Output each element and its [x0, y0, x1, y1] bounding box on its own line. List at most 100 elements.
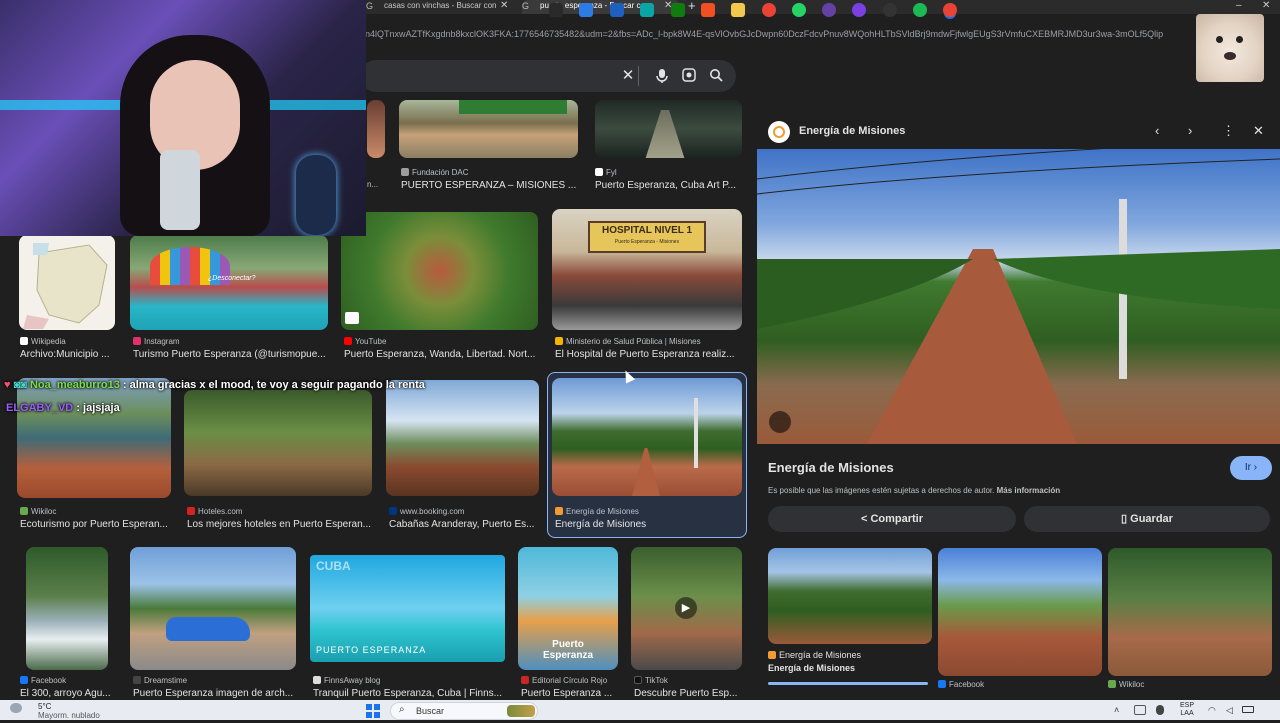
volume-icon[interactable]: ◁ [1226, 705, 1233, 716]
related-source[interactable]: Wikiloc [1108, 680, 1272, 690]
microphone-icon[interactable] [654, 68, 670, 84]
xbox-icon[interactable] [671, 3, 685, 17]
result-source[interactable]: Ministerio de Salud Pública | Misiones [555, 337, 745, 347]
new-tab-button[interactable]: + [688, 0, 696, 13]
result-caption[interactable]: Descubre Puerto Esp... [634, 688, 745, 700]
wifi-icon[interactable]: ◠ [1208, 705, 1216, 716]
related-image[interactable] [768, 548, 932, 644]
next-icon[interactable]: › [1188, 123, 1192, 138]
close-panel-icon[interactable]: ✕ [1253, 123, 1264, 139]
search-icon[interactable] [708, 68, 724, 84]
obs-icon[interactable] [822, 3, 836, 17]
tab-casas-con-vinchas[interactable]: G casas con vinchas - Buscar con [366, 0, 516, 14]
result-image[interactable] [17, 378, 171, 498]
result-source[interactable]: Instagram [133, 337, 331, 347]
result-source[interactable]: www.booking.com [389, 507, 542, 517]
related-image[interactable] [1108, 548, 1272, 676]
result-image[interactable] [595, 100, 742, 158]
result-image[interactable]: ¿Desconectar? [130, 235, 328, 330]
copilot-icon[interactable] [579, 3, 593, 17]
visit-button[interactable]: Ir › [1230, 456, 1272, 480]
tray-chevron-icon[interactable]: ˄ [1114, 705, 1119, 715]
result-image[interactable]: ▶ [631, 547, 742, 670]
tab-puerto-esperanza[interactable]: G puerto esperanza - Buscar con [522, 0, 680, 14]
result-caption[interactable]: Archivo:Municipio ... [20, 349, 116, 361]
minimize-window-icon[interactable]: – [1236, 0, 1242, 11]
result-caption[interactable]: Turismo Puerto Esperanza (@turismopue... [133, 349, 331, 361]
result-source[interactable]: Hoteles.com [187, 507, 375, 517]
result-caption[interactable]: Puerto Esperanza ... [521, 688, 621, 700]
result-source[interactable]: Dreamstime [133, 676, 299, 686]
share-button[interactable]: < Compartir [768, 506, 1016, 532]
result-image[interactable] [184, 390, 372, 496]
result-image[interactable]: CUBA PUERTO ESPERANZA [310, 555, 505, 662]
result-source[interactable]: Fyl [595, 168, 742, 178]
result-caption[interactable]: El 300, arroyo Agu... [20, 688, 120, 700]
result-source[interactable]: Energía de Misiones [555, 507, 745, 517]
panel-source-name[interactable]: Energía de Misiones [799, 125, 905, 137]
weather-widget[interactable] [10, 703, 32, 717]
result-source[interactable]: Editorial Círculo Rojo [521, 676, 621, 686]
result-caption[interactable]: El Hospital de Puerto Esperanza realiz..… [555, 349, 745, 361]
result-image[interactable] [341, 212, 538, 330]
lens-search-icon[interactable] [769, 411, 791, 433]
twitch-icon[interactable] [852, 3, 866, 17]
result-caption[interactable]: Puerto Esperanza, Wanda, Libertad. Nort.… [344, 349, 541, 361]
related-source[interactable]: Facebook [938, 680, 1102, 690]
more-info-link[interactable]: Más información [997, 486, 1061, 495]
result-caption[interactable]: PUERTO ESPERANZA – MISIONES ... [401, 180, 581, 192]
related-image[interactable] [938, 548, 1102, 676]
app-icon[interactable] [883, 3, 897, 17]
taskbar-search[interactable]: ⌕ Buscar [390, 702, 538, 720]
result-image[interactable] [552, 378, 742, 496]
result-caption[interactable]: Cabañas Aranderay, Puerto Es... [389, 519, 542, 531]
related-source[interactable]: Energía de Misiones [768, 650, 932, 660]
chrome-icon[interactable] [762, 3, 776, 17]
edge-icon[interactable] [640, 3, 654, 17]
address-bar[interactable]: l-n4lQTnxwAZTfKxgdnb8kxclOK3FKA:17765467… [360, 24, 1200, 44]
play-video-icon[interactable]: ▶ [675, 597, 697, 619]
office-icon[interactable] [701, 3, 715, 17]
result-image[interactable] [19, 235, 115, 330]
result-caption[interactable]: Ecoturismo por Puerto Esperan... [20, 519, 174, 531]
windows-start-icon[interactable] [366, 704, 380, 718]
spotify-icon[interactable] [913, 3, 927, 17]
result-source[interactable]: Wikipedia [20, 337, 116, 347]
close-window-icon[interactable]: ✕ [1262, 0, 1270, 11]
more-options-icon[interactable]: ⋮ [1222, 123, 1235, 139]
result-source[interactable]: YouTube [344, 337, 541, 347]
task-view-icon[interactable] [549, 3, 563, 17]
search-input[interactable]: ✕ [360, 60, 736, 92]
result-caption[interactable]: n... [367, 180, 387, 190]
related-caption[interactable]: Energía de Misiones [768, 662, 932, 674]
clear-search-icon[interactable]: ✕ [620, 68, 636, 84]
whatsapp-icon[interactable] [792, 3, 806, 17]
battery-icon[interactable] [1242, 706, 1254, 713]
previous-icon[interactable]: ‹ [1155, 123, 1159, 138]
store-icon[interactable] [610, 3, 624, 17]
file-explorer-icon[interactable] [731, 3, 745, 17]
close-tab-icon[interactable]: ✕ [500, 0, 508, 11]
result-source[interactable]: FinnsAway blog [313, 676, 508, 686]
lens-camera-icon[interactable] [681, 68, 697, 84]
result-image[interactable]: Puerto Esperanza [518, 547, 618, 670]
microphone-icon[interactable] [1156, 705, 1164, 715]
result-source[interactable]: Fundación DAC [401, 168, 581, 178]
chrome-active-icon[interactable] [943, 3, 957, 17]
result-caption[interactable]: Puerto Esperanza imagen de arch... [133, 688, 299, 700]
preview-image[interactable] [757, 149, 1280, 444]
result-image[interactable] [26, 547, 108, 670]
result-caption[interactable]: Los mejores hoteles en Puerto Esperan... [187, 519, 375, 531]
result-source[interactable]: TikTok [634, 676, 745, 686]
result-caption[interactable]: Tranquil Puerto Esperanza, Cuba | Finns.… [313, 688, 508, 700]
result-caption[interactable]: Puerto Esperanza, Cuba Art P... [595, 180, 742, 192]
result-image[interactable] [399, 100, 578, 158]
result-source[interactable]: Wikiloc [20, 507, 174, 517]
result-image[interactable] [130, 547, 296, 670]
result-image[interactable]: HOSPITAL NIVEL 1 Puerto Esperanza - Misi… [552, 209, 742, 330]
save-button[interactable]: ▯ Guardar [1024, 506, 1270, 532]
result-source[interactable]: Facebook [20, 676, 120, 686]
result-image[interactable] [367, 100, 385, 158]
tray-app-icon[interactable] [1134, 705, 1146, 715]
panel-title[interactable]: Energía de Misiones [768, 460, 894, 475]
